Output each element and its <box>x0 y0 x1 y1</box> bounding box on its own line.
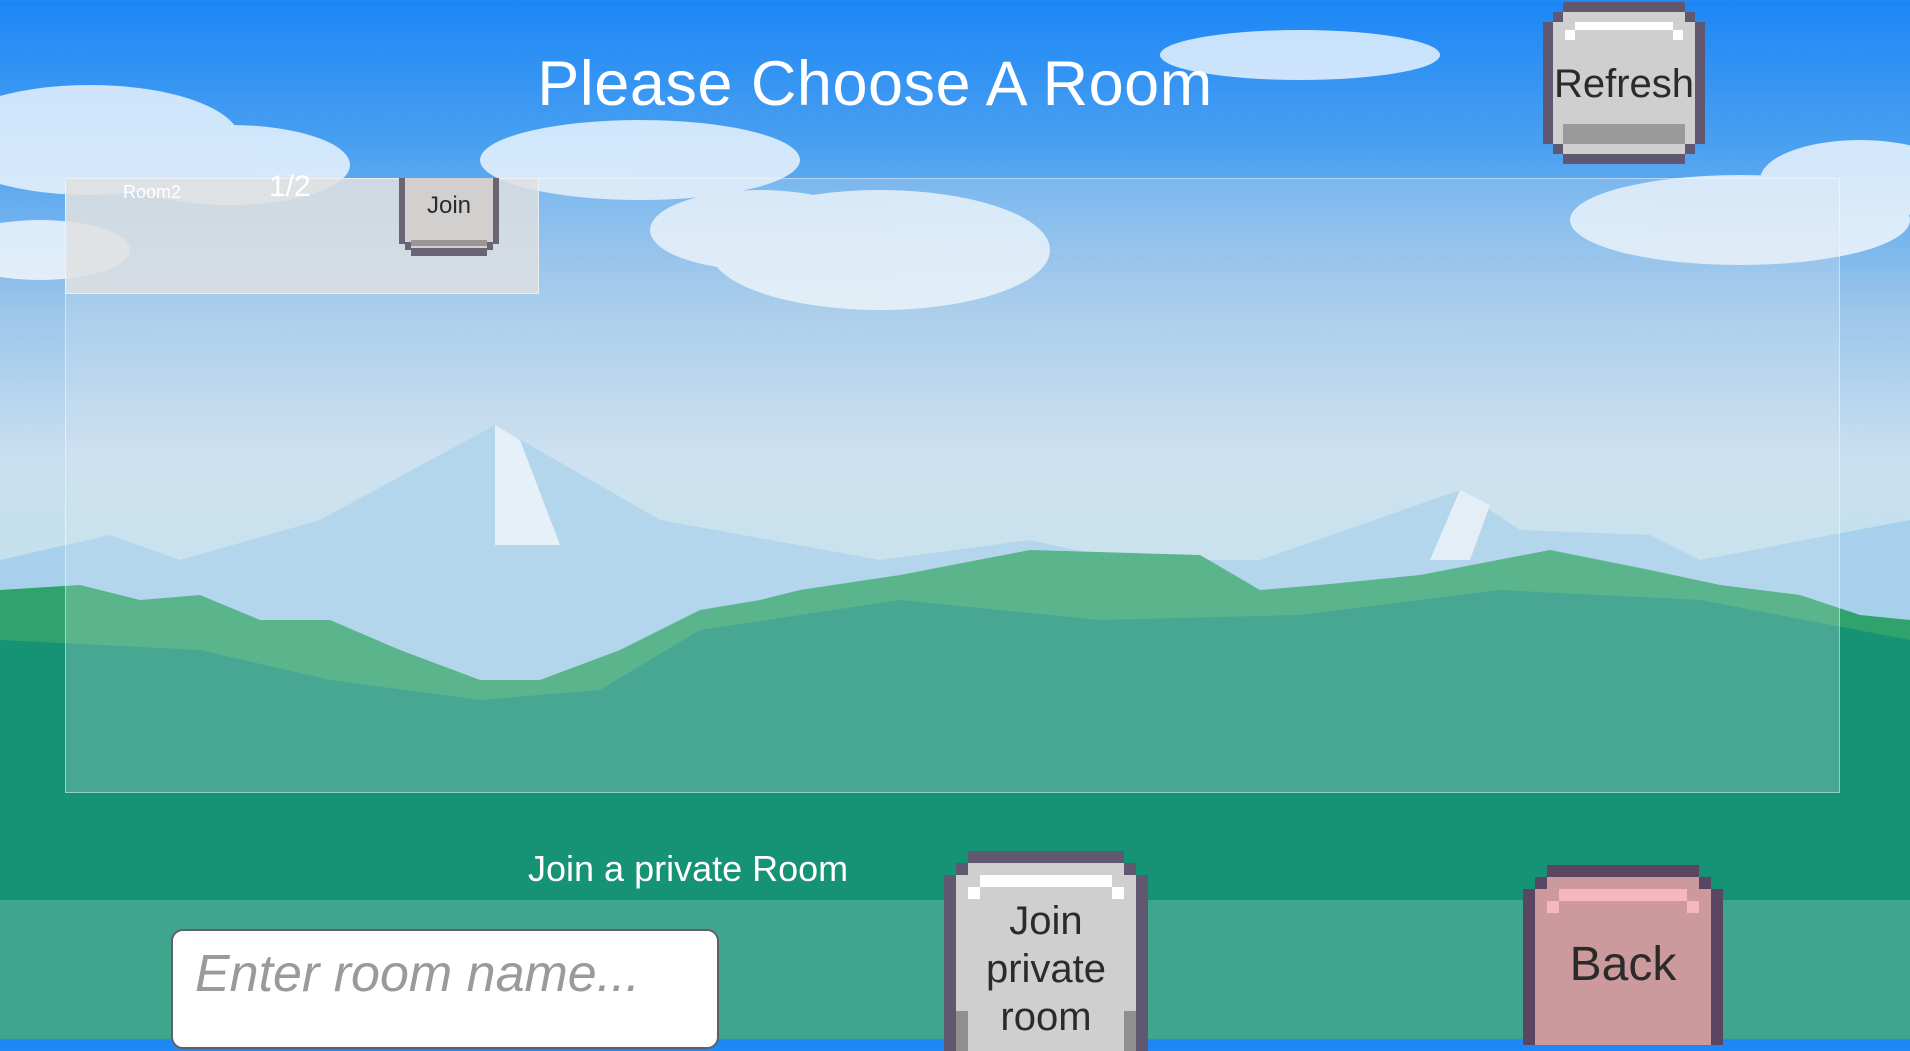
back-button[interactable]: Back <box>1523 865 1723 1045</box>
join-private-room-button-label: Join private room <box>944 897 1148 1041</box>
join-room-button-label: Join <box>426 192 472 219</box>
room-name: Room2 <box>123 182 182 202</box>
join-room-button[interactable]: Join <box>399 178 499 256</box>
refresh-button-label: Refresh <box>1553 62 1695 106</box>
room-player-count: 1/2 <box>269 170 311 203</box>
join-private-room-button[interactable]: Join private room <box>944 851 1148 1051</box>
back-button-label: Back <box>1569 938 1677 991</box>
page-title: Please Choose A Room <box>537 49 1213 119</box>
join-private-room-label-line: room <box>1000 995 1092 1039</box>
join-private-room-label-line: Join <box>1009 899 1083 943</box>
room-name-input[interactable] <box>171 929 719 1049</box>
refresh-button[interactable]: Refresh <box>1543 2 1705 164</box>
private-room-label: Join a private Room <box>528 848 849 889</box>
join-private-room-label-line: private <box>985 947 1107 991</box>
